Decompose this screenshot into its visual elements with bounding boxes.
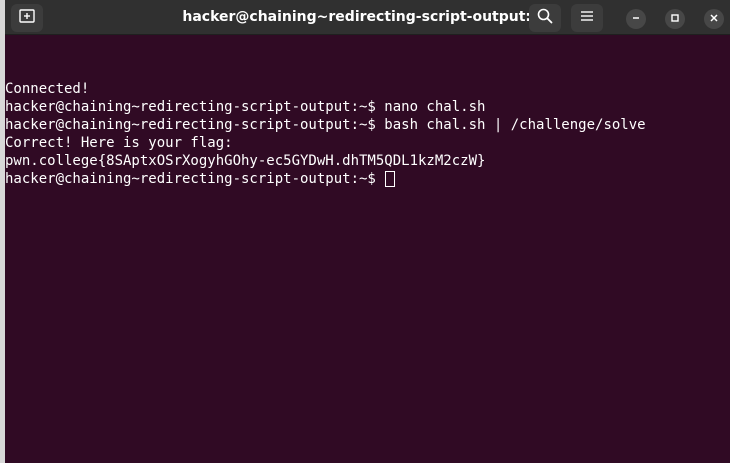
- title-bar[interactable]: hacker@chaining~redirecting-script-outpu…: [0, 0, 730, 35]
- terminal-prompt-line[interactable]: hacker@chaining~redirecting-script-outpu…: [5, 170, 730, 188]
- close-button[interactable]: [704, 9, 724, 29]
- maximize-icon: [670, 10, 680, 28]
- hamburger-menu-icon: [580, 9, 594, 27]
- text-cursor: [385, 171, 396, 187]
- new-tab-icon: [19, 8, 35, 28]
- window-title: hacker@chaining~redirecting-script-outpu…: [182, 9, 548, 25]
- search-icon: [537, 8, 553, 29]
- menu-button[interactable]: [571, 4, 603, 32]
- terminal-output[interactable]: Connected! hacker@chaining~redirecting-s…: [5, 35, 730, 463]
- new-tab-button[interactable]: [11, 4, 43, 32]
- search-button[interactable]: [529, 4, 561, 32]
- maximize-button[interactable]: [665, 9, 685, 29]
- close-icon: [709, 10, 719, 28]
- terminal-line: Connected!: [5, 81, 90, 97]
- terminal-line: Correct! Here is your flag:: [5, 135, 233, 151]
- terminal-window: hacker@chaining~redirecting-script-outpu…: [0, 0, 730, 463]
- minimize-icon: [631, 10, 641, 28]
- window-left-edge: [0, 0, 5, 463]
- terminal-line: pwn.college{8SAptxOSrXogyhGOhy-ec5GYDwH.…: [5, 153, 486, 169]
- terminal-line: hacker@chaining~redirecting-script-outpu…: [5, 99, 486, 115]
- minimize-button[interactable]: [626, 9, 646, 29]
- terminal-line: hacker@chaining~redirecting-script-outpu…: [5, 117, 646, 133]
- terminal-prompt: hacker@chaining~redirecting-script-outpu…: [5, 171, 385, 187]
